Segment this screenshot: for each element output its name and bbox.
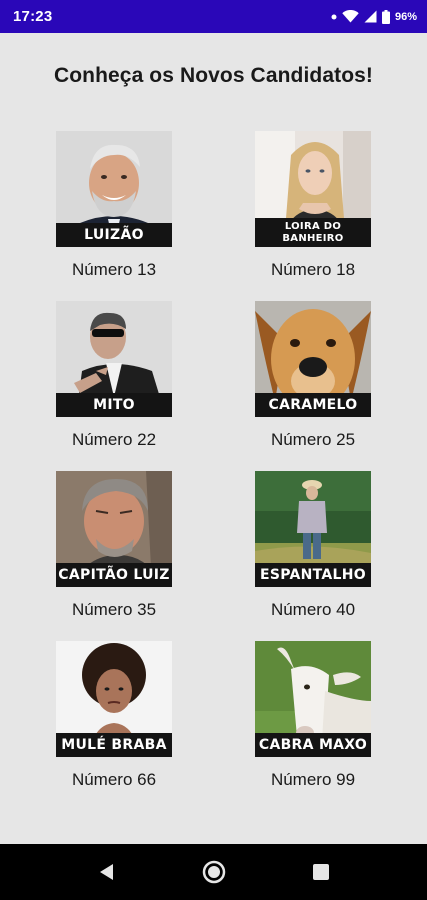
battery-percent: 96% xyxy=(394,10,417,23)
status-icons: 96% xyxy=(331,9,417,24)
navigation-bar xyxy=(0,844,427,900)
candidate-name: ESPANTALHO xyxy=(255,563,371,587)
back-button[interactable] xyxy=(95,860,119,884)
candidate-number: Número 40 xyxy=(270,600,356,619)
candidate-number: Número 18 xyxy=(270,260,356,279)
candidate-photo[interactable]: MULÉ BRABA xyxy=(56,641,172,757)
recents-button[interactable] xyxy=(309,860,333,884)
candidate-number: Número 99 xyxy=(270,770,356,789)
status-time: 17:23 xyxy=(13,8,53,25)
candidate-number: Número 35 xyxy=(71,600,157,619)
candidate-name: MULÉ BRABA xyxy=(56,733,172,757)
candidate-name: CARAMELO xyxy=(255,393,371,417)
status-bar: 17:23 96% xyxy=(0,0,427,33)
battery-icon xyxy=(381,9,390,24)
cellular-signal-icon xyxy=(364,10,377,23)
candidate-name: MITO xyxy=(56,393,172,417)
candidate-number: Número 13 xyxy=(71,260,157,279)
candidate-photo[interactable]: CARAMELO xyxy=(255,301,371,417)
candidate-number: Número 22 xyxy=(71,430,157,449)
recents-icon xyxy=(313,864,329,880)
notification-dot-icon xyxy=(331,14,337,20)
page-title: Conheça os Novos Candidatos! xyxy=(53,64,373,87)
candidate-number: Número 25 xyxy=(270,430,356,449)
candidate-photo[interactable]: CAPITÃO LUIZ xyxy=(56,471,172,587)
candidate-number: Número 66 xyxy=(71,770,157,789)
candidate-photo[interactable]: LUIZÃO xyxy=(56,131,172,247)
candidate-name: LOIRA DO BANHEIRO xyxy=(255,218,371,247)
candidate-name: CABRA MAXO xyxy=(255,733,371,757)
candidate-photo[interactable]: LOIRA DO BANHEIRO xyxy=(255,131,371,247)
candidate-photo[interactable]: CABRA MAXO xyxy=(255,641,371,757)
back-icon xyxy=(100,864,113,880)
home-button[interactable] xyxy=(202,860,226,884)
wifi-icon xyxy=(342,10,359,23)
candidate-photo[interactable]: MITO xyxy=(56,301,172,417)
candidate-name: LUIZÃO xyxy=(56,223,172,247)
candidate-name: CAPITÃO LUIZ xyxy=(56,563,172,587)
home-icon xyxy=(202,860,226,884)
candidate-photo[interactable]: ESPANTALHO xyxy=(255,471,371,587)
